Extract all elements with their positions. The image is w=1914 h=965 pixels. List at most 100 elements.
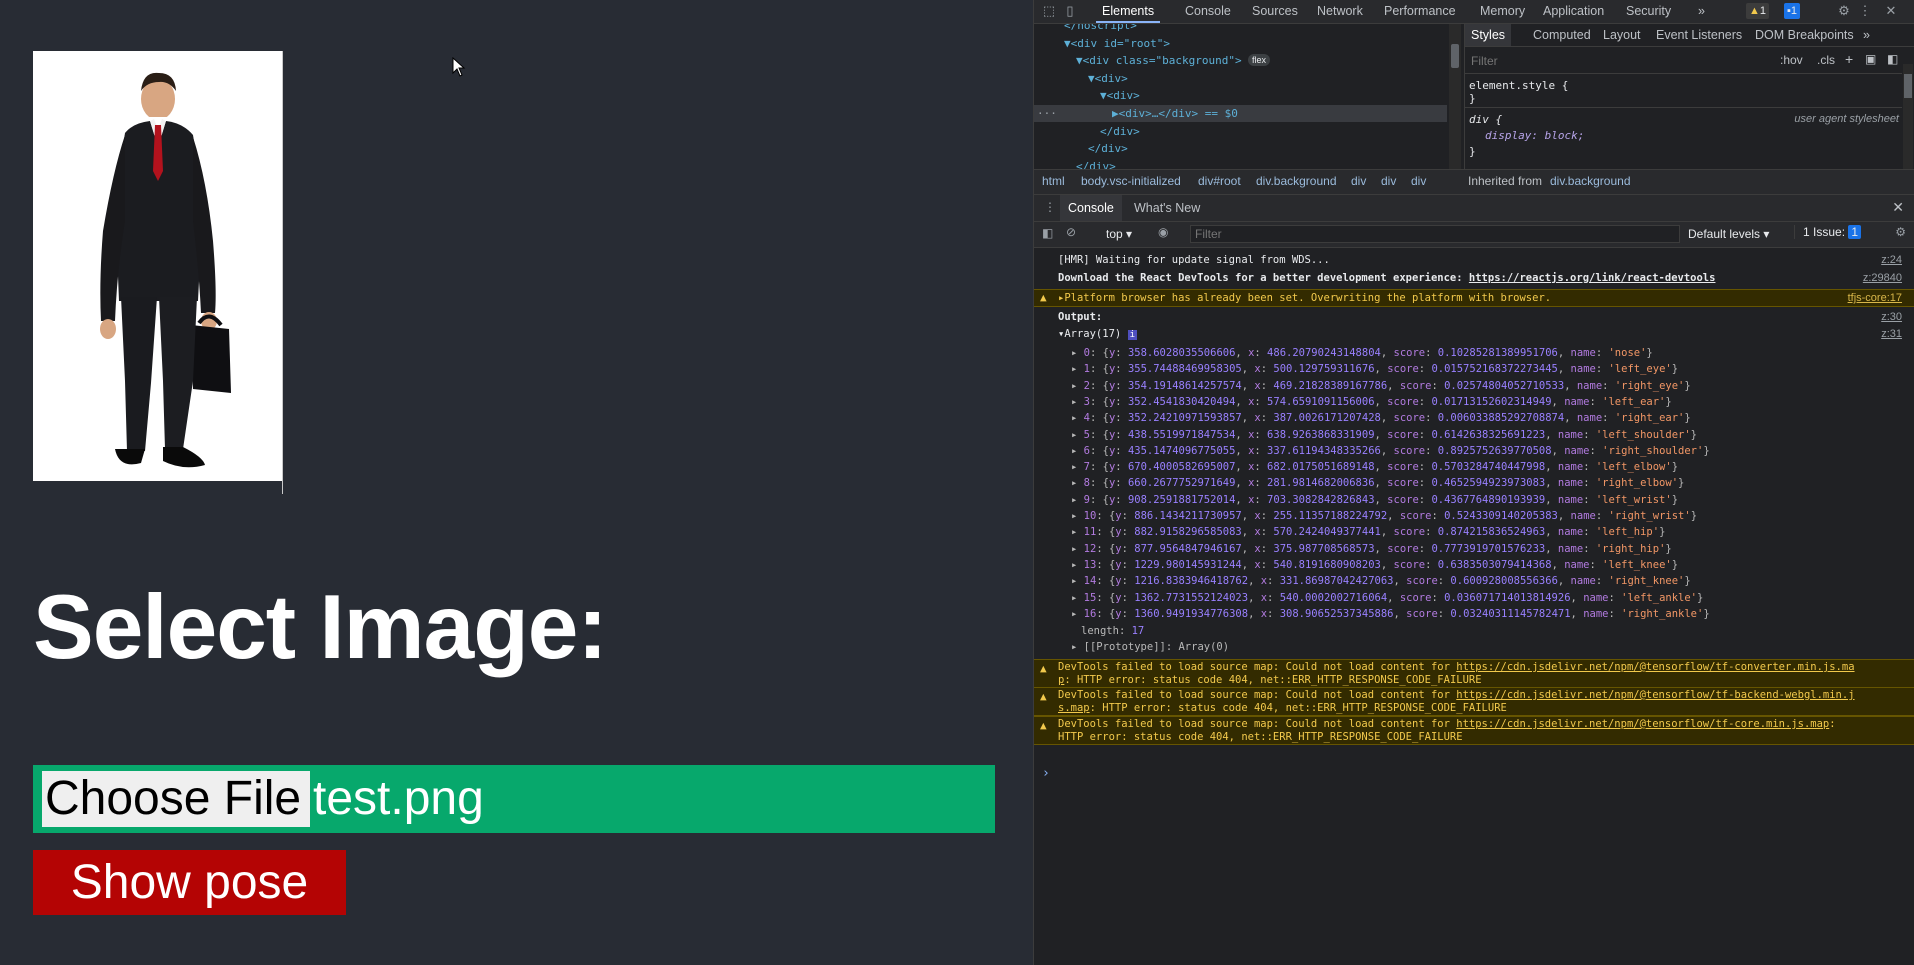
drawer-tab-whats-new[interactable]: What's New [1134, 195, 1200, 221]
clear-console-icon[interactable]: ⊘ [1066, 225, 1076, 239]
array-prototype-row[interactable]: ▸ [[Prototype]]: Array(0) [1034, 639, 1914, 655]
keypoint-row[interactable]: ▸ 2: {y: 354.19148614257574, x: 469.2182… [1034, 378, 1914, 394]
hover-state-toggle[interactable]: :hov [1780, 53, 1803, 67]
dom-node-line[interactable]: </div> [1034, 158, 1447, 169]
keypoint-row[interactable]: ▸ 16: {y: 1360.9491934776308, x: 308.906… [1034, 606, 1914, 622]
console-sidebar-icon[interactable]: ◧ [1042, 226, 1053, 240]
keypoint-row[interactable]: ▸ 15: {y: 1362.7731552124023, x: 540.000… [1034, 590, 1914, 606]
dom-node-line[interactable]: </div> [1034, 140, 1447, 157]
dom-node-line[interactable]: ▼<div> [1034, 87, 1447, 104]
dom-node-line[interactable]: ▶<div>…</div> == $0 ··· [1034, 105, 1447, 122]
crumb-div-2[interactable]: div [1381, 174, 1396, 188]
warnings-badge[interactable]: ▲1 [1746, 3, 1770, 19]
tab-dom-breakpoints[interactable]: DOM Breakpoints [1755, 24, 1854, 46]
keypoint-row[interactable]: ▸ 14: {y: 1216.8383946418762, x: 331.869… [1034, 573, 1914, 589]
live-expression-eye-icon[interactable]: ◉ [1158, 225, 1168, 239]
react-devtools-link[interactable]: https://reactjs.org/link/react-devtools [1469, 272, 1716, 284]
react-source-link[interactable]: z:29840 [1863, 272, 1902, 284]
keypoint-row[interactable]: ▸ 5: {y: 438.5519971847534, x: 638.92638… [1034, 427, 1914, 443]
issues-button[interactable]: 1 Issue: 1 [1794, 225, 1862, 239]
keypoint-row[interactable]: ▸ 6: {y: 435.1474096775055, x: 337.61194… [1034, 443, 1914, 459]
keypoint-row[interactable]: ▸ 3: {y: 352.4541830420494, x: 574.65910… [1034, 394, 1914, 410]
dom-node-line[interactable]: ▼<div id="root"> [1034, 35, 1447, 52]
hmr-source-link[interactable]: z:24 [1881, 254, 1902, 266]
keypoint-row[interactable]: ▸ 9: {y: 908.2591881752014, x: 703.30828… [1034, 492, 1914, 508]
dom-tree-scrollbar[interactable] [1449, 24, 1461, 169]
tab-layout[interactable]: Layout [1603, 24, 1641, 46]
console-output[interactable]: [HMR] Waiting for update signal from WDS… [1034, 248, 1914, 965]
flex-badge[interactable]: flex [1248, 54, 1271, 67]
dom-node-line[interactable]: </noscript> [1034, 24, 1447, 34]
sourcemap-url-link[interactable]: https://cdn.jsdelivr.net/npm/@tensorflow… [1456, 661, 1854, 673]
more-options-icon[interactable]: ⋮ [1858, 4, 1872, 18]
class-toggle[interactable]: .cls [1817, 53, 1835, 67]
tab-sources[interactable]: Sources [1252, 0, 1298, 23]
file-input[interactable]: Choose File test.png [33, 765, 995, 833]
tab-console[interactable]: Console [1185, 0, 1231, 23]
toggle-sidebar-icon[interactable]: ◧ [1887, 52, 1898, 66]
crumb-body[interactable]: body.vsc-initialized [1081, 174, 1181, 188]
console-filter-input[interactable] [1190, 225, 1680, 243]
keypoint-row[interactable]: ▸ 0: {y: 358.6028035506606, x: 486.20790… [1034, 345, 1914, 361]
tab-event-listeners[interactable]: Event Listeners [1656, 24, 1742, 46]
messages-badge[interactable]: ▪1 [1784, 3, 1801, 19]
node-actions-icon[interactable]: ··· [1037, 105, 1057, 122]
output-source-link[interactable]: z:30 [1881, 311, 1902, 323]
more-tabs-icon[interactable]: » [1698, 0, 1705, 23]
keypoint-row[interactable]: ▸ 4: {y: 352.24210971593857, x: 387.0026… [1034, 410, 1914, 426]
crumb-background[interactable]: div.background [1256, 174, 1337, 188]
styles-filter-input[interactable] [1469, 51, 1723, 71]
scrollbar-thumb[interactable] [1451, 44, 1459, 68]
tab-performance[interactable]: Performance [1384, 0, 1456, 23]
tab-application[interactable]: Application [1543, 0, 1604, 23]
inherited-from-link[interactable]: div.background [1550, 174, 1631, 188]
inspect-element-icon[interactable]: ⬚ [1042, 4, 1056, 18]
choose-file-button[interactable]: Choose File [42, 771, 310, 827]
close-devtools-icon[interactable]: ✕ [1884, 4, 1898, 18]
show-pose-button[interactable]: Show pose [33, 850, 346, 915]
drawer-tab-console[interactable]: Console [1060, 195, 1122, 221]
styles-scrollbar-thumb[interactable] [1904, 74, 1912, 98]
keypoint-row[interactable]: ▸ 10: {y: 886.1434211730957, x: 255.1135… [1034, 508, 1914, 524]
tab-memory[interactable]: Memory [1480, 0, 1525, 23]
tab-computed[interactable]: Computed [1533, 24, 1591, 46]
prototype-toggle[interactable]: ▸ [[Prototype]]: Array(0) [1071, 639, 1229, 655]
array-toggle[interactable]: ▾Array(17) i [1058, 328, 1137, 340]
keypoint-row[interactable]: ▸ 8: {y: 660.2677752971649, x: 281.98146… [1034, 475, 1914, 491]
keypoint-row[interactable]: ▸ 12: {y: 877.9564847946167, x: 375.9877… [1034, 541, 1914, 557]
console-settings-gear-icon[interactable]: ⚙ [1895, 225, 1906, 239]
crumb-div-1[interactable]: div [1351, 174, 1366, 188]
new-style-rule-icon[interactable]: + [1845, 51, 1853, 67]
close-drawer-icon[interactable]: ✕ [1892, 199, 1904, 216]
crumb-root[interactable]: div#root [1198, 174, 1241, 188]
platform-source-link[interactable]: tfjs-core:17 [1848, 290, 1902, 306]
div-rule-selector[interactable]: div { [1469, 113, 1502, 126]
crumb-div-3[interactable]: div [1411, 174, 1426, 188]
display-block-declaration[interactable]: display: block; [1485, 129, 1584, 142]
keypoint-row[interactable]: ▸ 7: {y: 670.4000582695007, x: 682.01750… [1034, 459, 1914, 475]
settings-gear-icon[interactable]: ⚙ [1837, 4, 1851, 18]
context-selector[interactable]: top ▾ [1106, 227, 1132, 241]
tab-security[interactable]: Security [1626, 0, 1671, 23]
dom-node-line[interactable]: ▼<div class="background"> flex [1034, 52, 1447, 69]
styles-scrollbar[interactable] [1903, 64, 1913, 184]
dom-node-line[interactable]: ▼<div> [1034, 70, 1447, 87]
sourcemap-url-link-cont[interactable]: s.map [1058, 702, 1090, 714]
drawer-menu-icon[interactable]: ⋮ [1044, 200, 1056, 214]
platform-warning[interactable]: ▸Platform browser has already been set. … [1058, 290, 1551, 306]
default-levels-dropdown[interactable]: Default levels ▾ [1688, 227, 1769, 241]
keypoint-row[interactable]: ▸ 13: {y: 1229.980145931244, x: 540.8191… [1034, 557, 1914, 573]
element-state-icon[interactable]: ▣ [1865, 52, 1876, 66]
crumb-html[interactable]: html [1042, 174, 1065, 188]
more-style-tabs-icon[interactable]: » [1863, 24, 1870, 46]
device-toolbar-icon[interactable]: ▯ [1063, 4, 1077, 18]
elements-dom-tree[interactable]: </noscript> ▼<div id="root"> ▼<div class="… [1034, 24, 1447, 169]
sourcemap-url-link[interactable]: https://cdn.jsdelivr.net/npm/@tensorflow… [1456, 718, 1829, 730]
dom-node-line[interactable]: </div> [1034, 123, 1447, 140]
tab-network[interactable]: Network [1317, 0, 1363, 23]
tab-styles[interactable]: Styles [1465, 24, 1512, 46]
tab-elements[interactable]: Elements [1096, 0, 1161, 23]
sourcemap-url-link[interactable]: https://cdn.jsdelivr.net/npm/@tensorflow… [1456, 689, 1854, 701]
keypoint-row[interactable]: ▸ 11: {y: 882.9158296585083, x: 570.2424… [1034, 524, 1914, 540]
element-style-rule[interactable]: element.style { [1469, 79, 1568, 92]
